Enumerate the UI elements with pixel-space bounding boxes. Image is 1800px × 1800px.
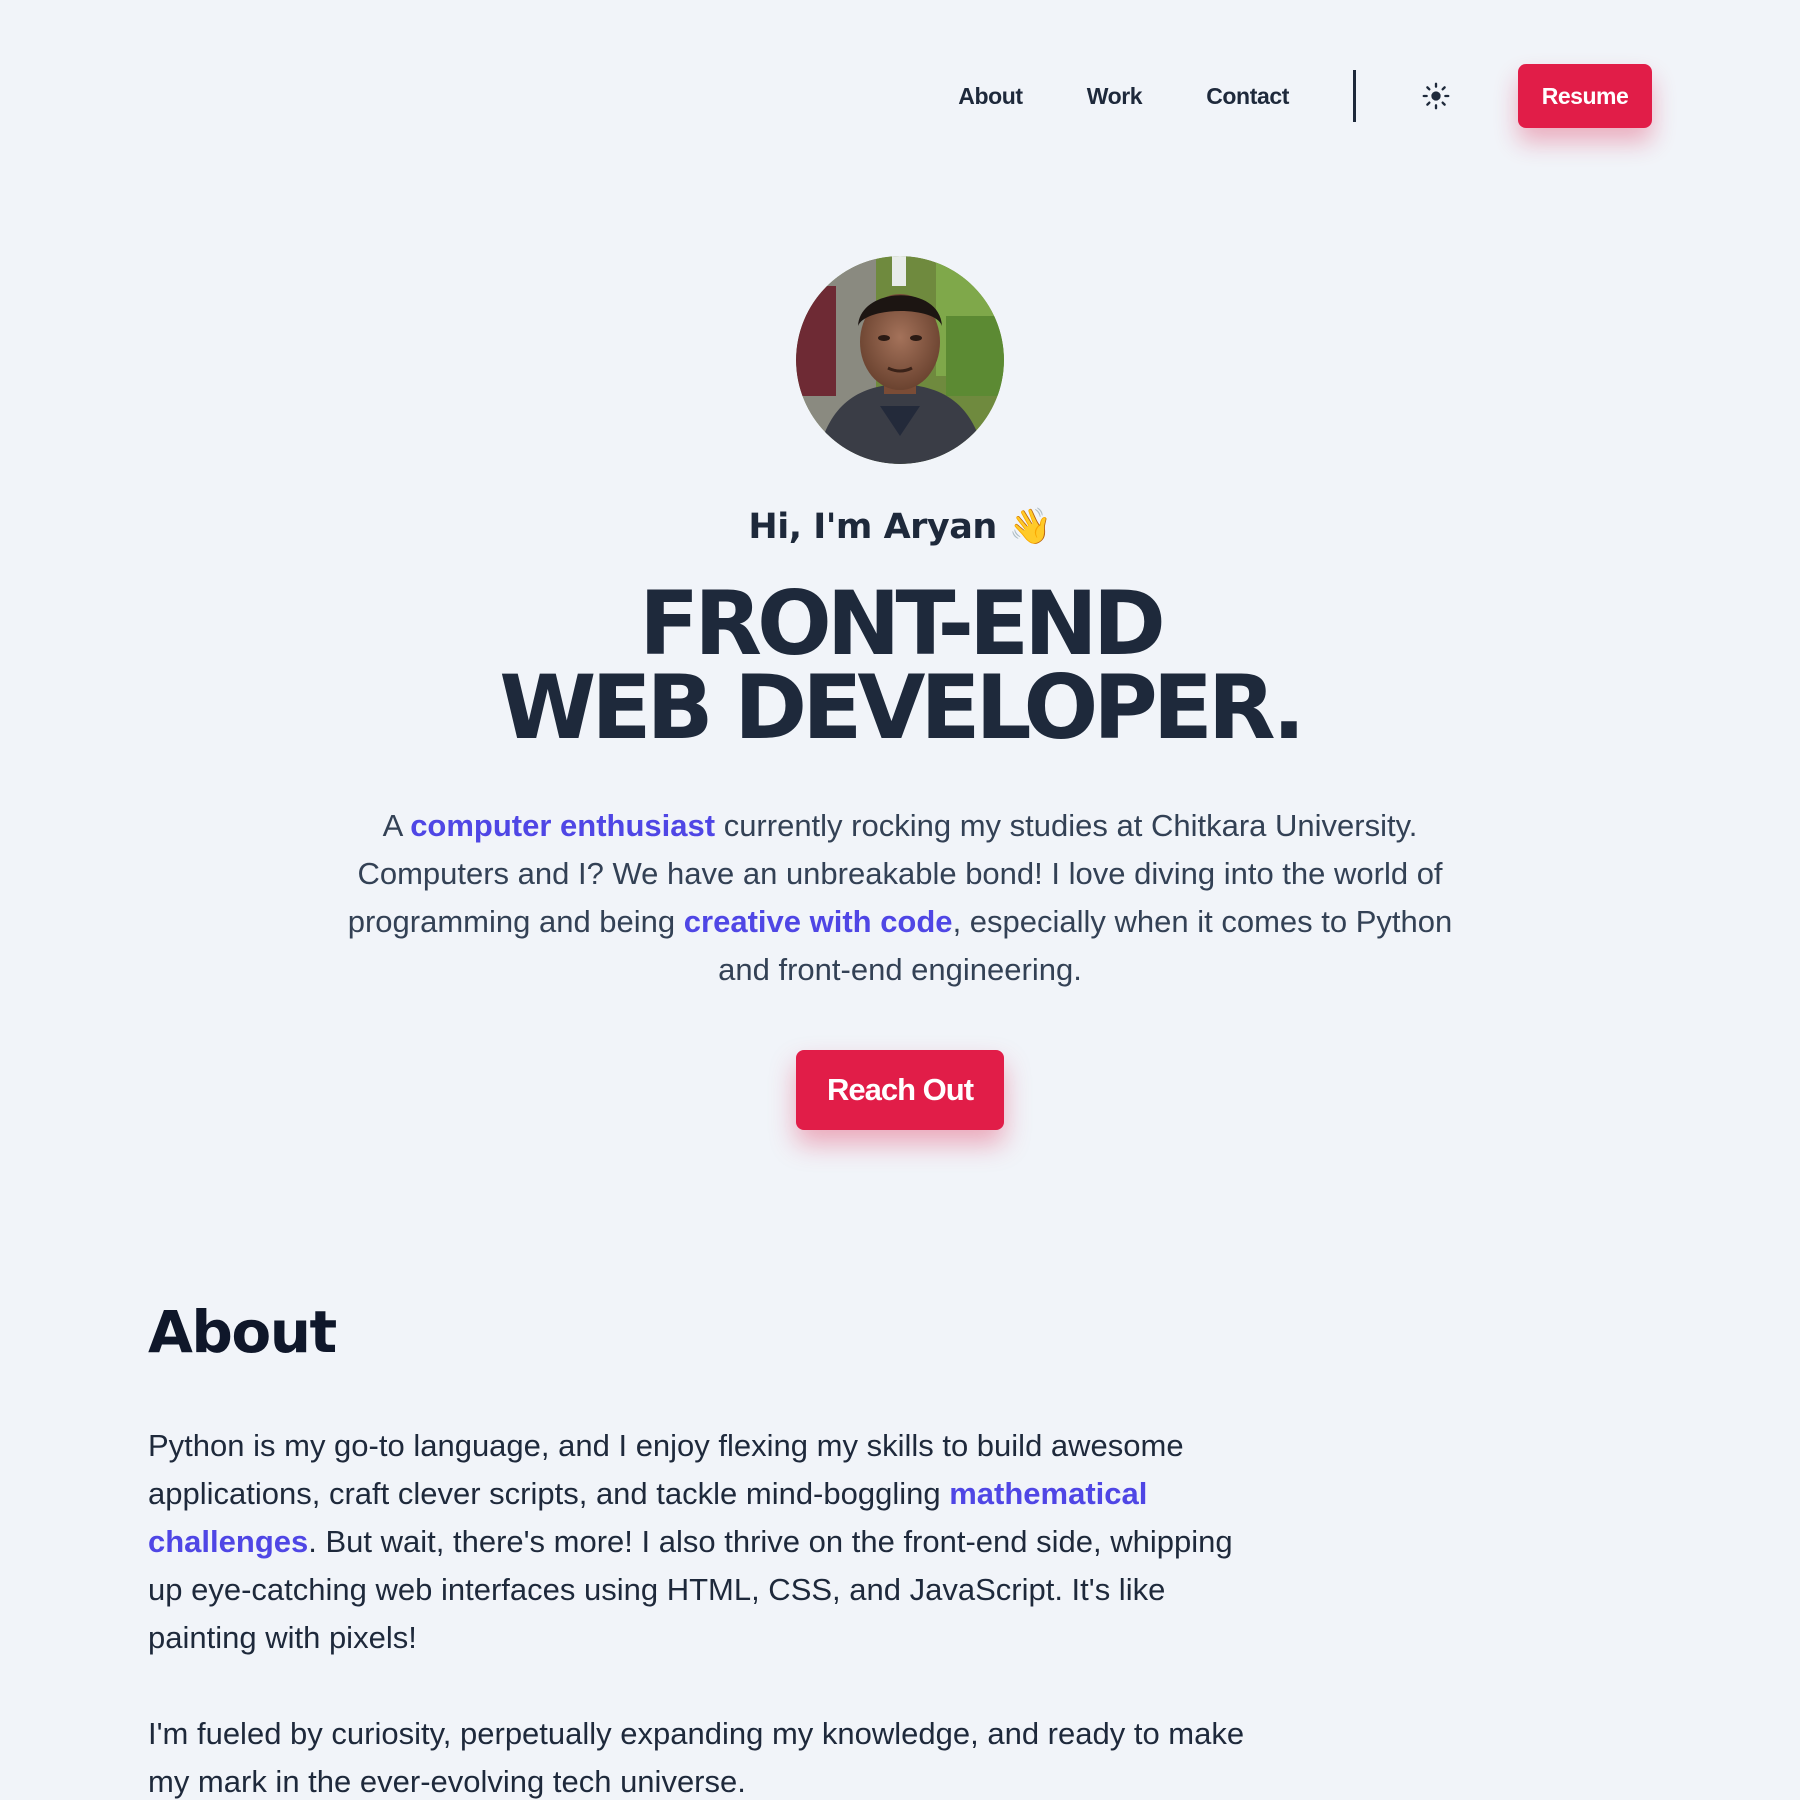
profile-avatar [796, 256, 1004, 464]
reach-out-button[interactable]: Reach Out [796, 1050, 1004, 1130]
headline-line-2: WEB DEVELOPER. [499, 656, 1305, 759]
intro-highlight-computer-enthusiast: computer enthusiast [410, 808, 716, 843]
nav-divider [1353, 70, 1356, 122]
hero-intro: A computer enthusiast currently rocking … [340, 802, 1460, 994]
about-paragraph-1: Python is my go-to language, and I enjoy… [148, 1422, 1268, 1662]
greeting-text: Hi, I'm Aryan [748, 507, 997, 547]
intro-text-1: A [382, 808, 411, 843]
nav-link-contact[interactable]: Contact [1206, 83, 1289, 110]
greeting-heading: Hi, I'm Aryan 👋 [0, 506, 1800, 548]
page: About Work Contact Resume Hi, I'm Aryan … [0, 0, 1800, 1800]
resume-button[interactable]: Resume [1518, 64, 1652, 128]
about-paragraph-2: I'm fueled by curiosity, perpetually exp… [148, 1716, 1245, 1799]
top-nav: About Work Contact Resume [958, 64, 1652, 128]
sun-icon [1422, 82, 1450, 110]
wave-emoji: 👋 [1008, 507, 1052, 547]
about-title: About [148, 1298, 337, 1366]
intro-highlight-creative-with-code: creative with code [683, 904, 953, 939]
nav-link-about[interactable]: About [958, 83, 1023, 110]
about-section: About Python is my go-to language, and I… [148, 1296, 1268, 1800]
theme-toggle-button[interactable] [1420, 80, 1452, 112]
hero-section: Hi, I'm Aryan 👋 FRONT-END WEB DEVELOPER.… [0, 256, 1800, 1130]
nav-link-work[interactable]: Work [1087, 83, 1143, 110]
hero-headline: FRONT-END WEB DEVELOPER. [0, 580, 1800, 752]
about-p1-text-b: . But wait, there's more! I also thrive … [148, 1524, 1233, 1655]
